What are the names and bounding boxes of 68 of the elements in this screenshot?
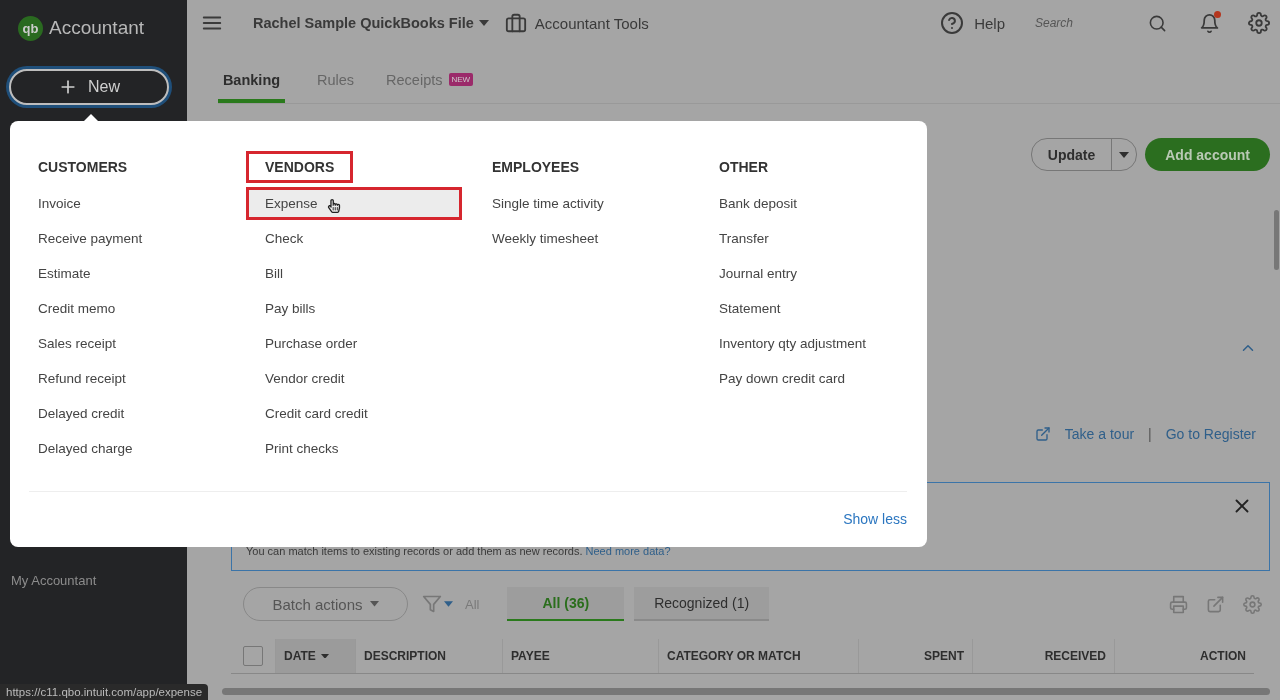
menu-heading: CUSTOMERS [37,158,129,177]
search-icon[interactable] [1148,13,1167,33]
settings-icon[interactable] [1248,12,1270,34]
menu-item[interactable]: Invoice [19,187,100,220]
new-button[interactable]: New [9,69,169,105]
caret-icon [320,653,329,659]
menu-item[interactable]: Statement [700,292,800,325]
help-button[interactable]: Help [940,11,1005,35]
vertical-scrollbar[interactable] [1274,210,1279,270]
menu-item[interactable]: Receive payment [19,222,162,255]
status-url: https://c11.qbo.intuit.com/app/expense [0,684,209,700]
print-icon[interactable] [1169,594,1188,614]
tab[interactable]: Receipts NEW [386,60,474,103]
menu-item[interactable]: Delayed charge [19,432,152,465]
menu-item[interactable]: Sales receipt [19,327,136,360]
menu-item[interactable]: Credit memo [19,292,135,325]
menu-item[interactable]: Weekly timesheet [473,222,618,255]
banner-text: You can match items to existing records or add them as new records. Need more data? [246,545,671,557]
sidebar-item[interactable]: My Accountant [0,573,187,588]
menu-item[interactable]: Print checks [246,432,358,465]
filter-icon[interactable] [422,594,453,614]
menu-item[interactable]: Estimate [19,257,110,290]
add-account-button[interactable]: Add account [1145,138,1270,171]
new-badge: NEW [448,73,474,86]
menu-item[interactable]: Pay down credit card [700,362,865,395]
menu-item[interactable]: Credit card credit [246,397,387,430]
horizontal-scrollbar[interactable] [222,688,1270,695]
caret-icon [478,20,489,26]
accountant-tools-button[interactable]: Accountant Tools [504,12,649,34]
column-header[interactable]: DESCRIPTION [355,639,502,673]
column-header[interactable]: DATE [275,639,355,673]
tab[interactable]: Banking [218,60,285,103]
pointer-hand-icon [327,199,341,213]
column-header[interactable]: SPENT [858,639,972,673]
menu-item[interactable]: Purchase order [246,327,377,360]
menu-item[interactable]: Bill [246,257,302,290]
menu-item[interactable]: Delayed credit [19,397,144,430]
column-header[interactable]: PAYEE [502,639,658,673]
column-header[interactable]: CATEGORY OR MATCH [658,639,858,673]
menu-item[interactable]: Transfer [700,222,788,255]
menu-item[interactable]: Single time activity [473,187,623,220]
filter-tab[interactable]: Recognized (1) [634,587,770,621]
menu-item[interactable]: Refund receipt [19,362,145,395]
logo-mark: qb [18,15,43,41]
external-link-icon[interactable] [1034,426,1051,442]
column-header[interactable]: ACTION [1114,639,1254,673]
company-selector[interactable]: Rachel Sample QuickBooks File [253,15,489,31]
menu-heading: EMPLOYEES [491,158,581,177]
menu-item[interactable]: Check [246,222,323,255]
app-name: Accountant [49,17,145,39]
link-separator: | [1148,426,1152,442]
menu-item[interactable]: Inventory qty adjustment [700,327,886,360]
help-icon [940,11,965,35]
menu-heading: VENDORS [246,151,354,183]
menu-item[interactable]: Expense [246,187,462,220]
menu-item[interactable]: Journal entry [700,257,817,290]
notifications-icon[interactable] [1199,12,1220,34]
caret-icon [369,601,379,607]
export-icon[interactable] [1206,594,1225,614]
column-header[interactable]: RECEIVED [972,639,1114,673]
select-all-checkbox[interactable] [243,646,263,666]
menu-item[interactable]: Pay bills [246,292,335,325]
menu-item[interactable]: Vendor credit [246,362,364,395]
menu-heading: OTHER [718,158,769,177]
show-less-link[interactable]: Show less [843,511,907,527]
menu-item[interactable]: Bank deposit [700,187,817,220]
search-field[interactable]: Search [1033,15,1132,31]
briefcase-icon [504,12,527,34]
